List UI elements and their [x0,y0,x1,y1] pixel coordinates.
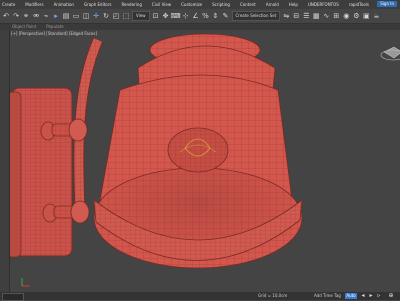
layer-icon[interactable]: ☰ [302,12,310,20]
select-icon[interactable]: ▸ [52,12,60,20]
viewport-label[interactable]: [+] [Perspective] [Standard] [Edged Face… [11,31,97,37]
menu-arnold[interactable]: Arnold [261,0,284,9]
placement-icon[interactable]: ⬚ [122,12,130,20]
spinner-snap-icon[interactable]: ⇕ [212,12,220,20]
select-by-name-icon[interactable]: ▤ [62,12,70,20]
next-frame-icon[interactable]: ▹ [376,293,382,299]
render-icon[interactable]: ☕ [372,12,380,20]
redo-icon[interactable]: ↷ [12,12,20,20]
menu-modifiers[interactable]: Modifiers [20,0,48,9]
move-icon[interactable]: ✛ [92,12,100,20]
viewport-canvas [6,33,400,287]
zoom-extents-icon[interactable]: ⊕ [388,293,394,299]
wall-plate [6,87,73,258]
play-icon[interactable]: ▸ [368,293,374,299]
add-time-tag-button[interactable]: Add Time Tag [314,293,341,299]
lamp-shade [93,74,303,269]
menu-help[interactable]: Help [284,0,303,9]
menu-content[interactable]: Content [235,0,261,9]
viewcube-icon[interactable] [380,46,400,61]
rotate-icon[interactable]: ↻ [102,12,110,20]
left-command-strip [0,30,10,292]
scene-explorer-icon[interactable]: ▦ [312,12,320,20]
menu-animation[interactable]: Animation [49,0,79,9]
material-editor-icon[interactable]: ◉ [342,12,350,20]
edit-named-selection-icon[interactable]: ✎ [222,12,230,20]
angle-snap-icon[interactable]: ∠ [192,12,200,20]
link-icon[interactable]: ⚭ [22,12,30,20]
render-setup-icon[interactable]: ⚙ [352,12,360,20]
status-bar: Grid = 10,0cm Add Time Tag Auto ◂ ▸ ▹ ⊕ [0,292,400,301]
perspective-viewport[interactable] [6,30,400,292]
grid-readout: Grid = 10,0cm [258,293,288,298]
unlink-icon[interactable]: ⚮ [32,12,40,20]
auto-key-button[interactable]: Auto [345,293,357,299]
region-select-icon[interactable]: ▭ [72,12,80,20]
prev-frame-icon[interactable]: ◂ [360,293,366,299]
menu-scripting[interactable]: Scripting [207,0,235,9]
mirror-icon[interactable]: ⇋ [282,12,290,20]
bind-icon[interactable]: ⌁ [42,12,50,20]
window-crossing-icon[interactable]: ◫ [82,12,90,20]
menu-customize[interactable]: Customize [176,0,207,9]
selection-set-dropdown[interactable]: Create Selection Set [231,11,281,21]
render-frame-icon[interactable]: ▣ [362,12,370,20]
menu-civil-view[interactable]: Civil View [147,0,176,9]
reference-coordinate-dropdown[interactable]: View [132,11,150,21]
schematic-view-icon[interactable]: ⊞ [332,12,340,20]
curve-editor-icon[interactable]: ∿ [322,12,330,20]
main-toolbar: ↶ ↷ ⚭ ⚮ ⌁ ▸ ▤ ▭ ◫ ✛ ↻ ◰ ⬚ View ⊡ ✥ ⌨ ⊹ ∠… [0,9,400,24]
snap-icon[interactable]: ⊹ [182,12,190,20]
menu-rapidtools[interactable]: rapidTools [344,0,374,9]
undo-icon[interactable]: ↶ [2,12,10,20]
sign-in-button[interactable]: Sign In [377,1,397,7]
menu-underfontos[interactable]: UNDERFONTOS [303,0,344,9]
pivot-icon[interactable]: ⊡ [152,12,160,20]
menu-bar: Create Modifiers Animation Graph Editors… [0,0,400,9]
menu-create[interactable]: Create [0,0,20,9]
axis-gizmo-icon [21,278,30,287]
percent-snap-icon[interactable]: % [202,12,210,20]
scale-icon[interactable]: ◰ [112,12,120,20]
menu-rendering[interactable]: Rendering [116,0,146,9]
keyboard-shortcut-icon[interactable]: ⌨ [170,12,180,20]
menu-graph-editors[interactable]: Graph Editors [79,0,116,9]
select-manipulate-icon[interactable]: ✥ [162,12,170,20]
align-icon[interactable]: ⊟ [292,12,300,20]
